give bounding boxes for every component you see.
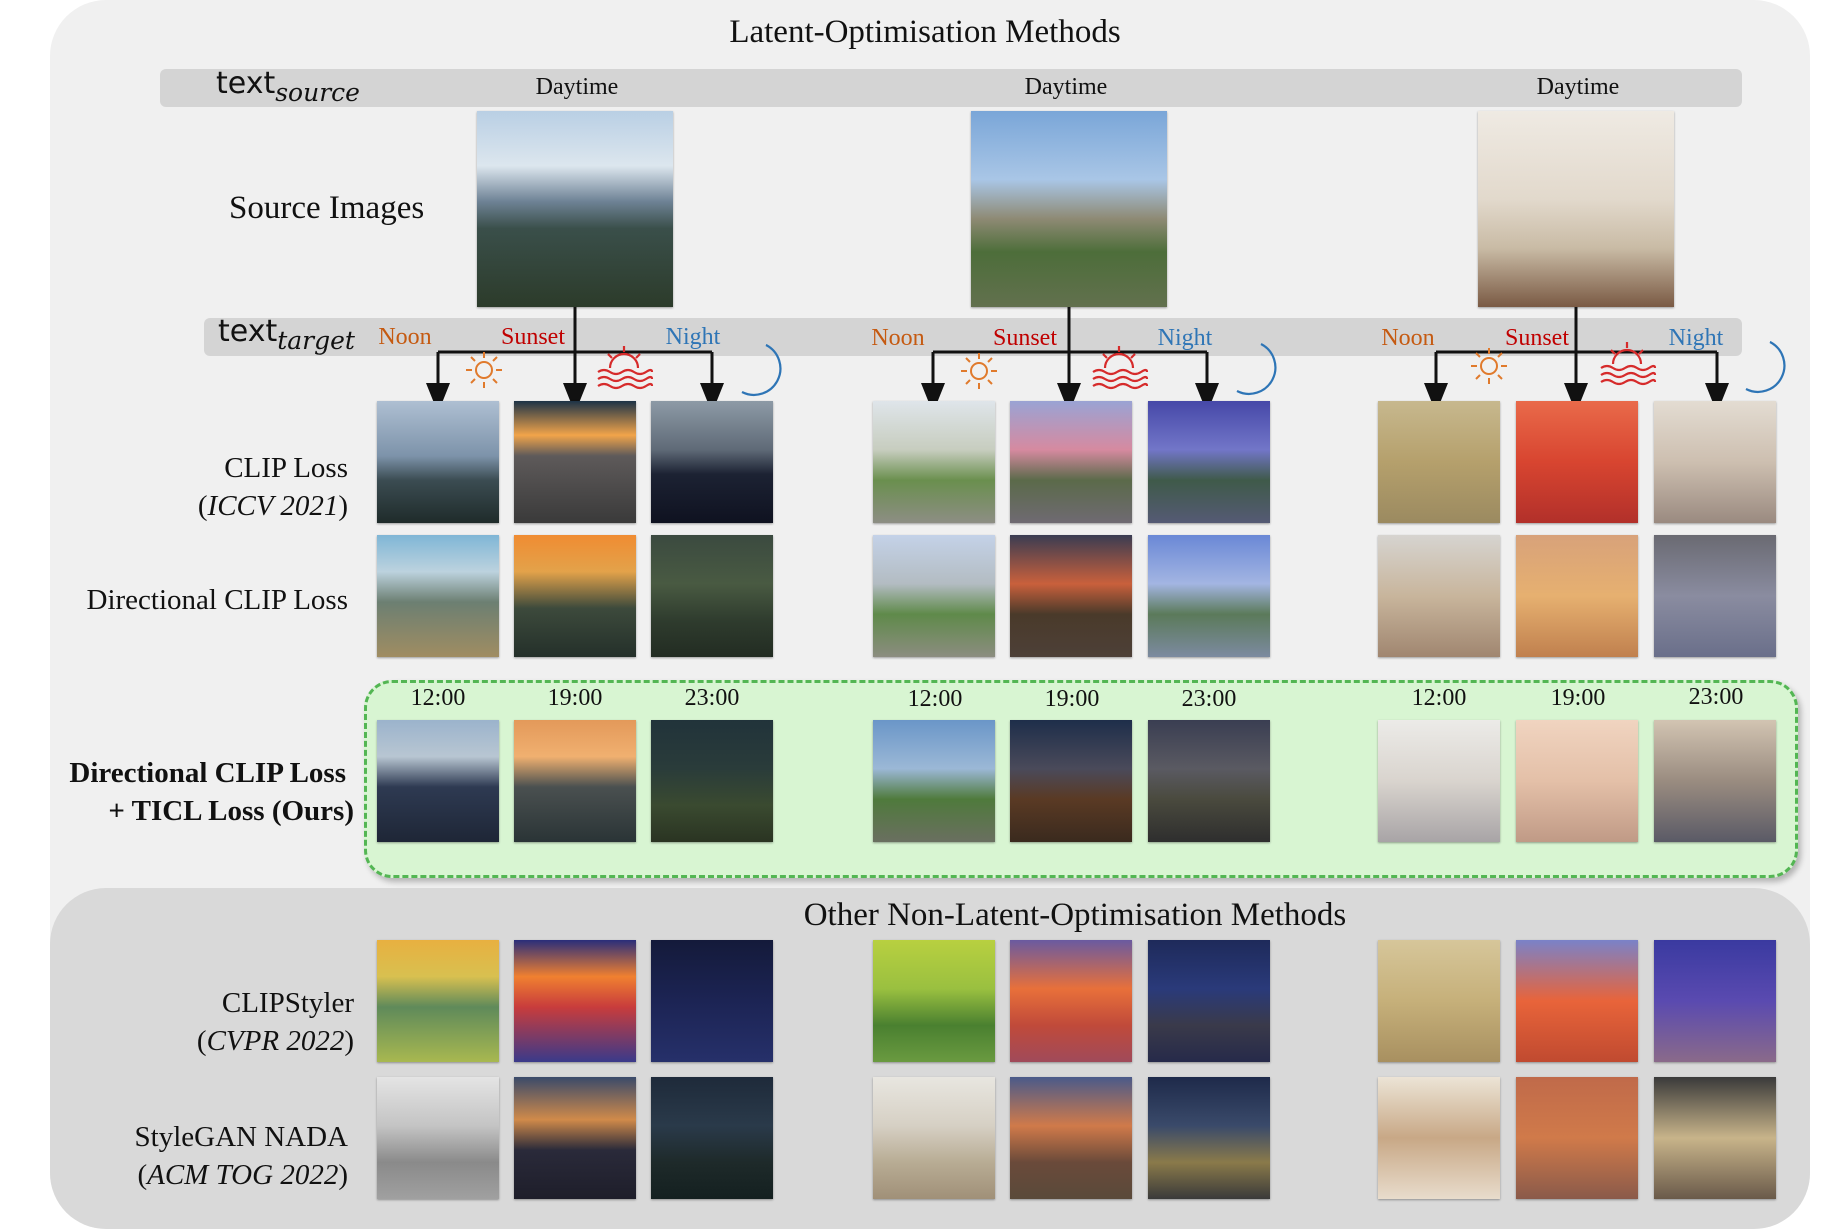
result-ours-bedroom-19 (1516, 720, 1638, 842)
result-clip-church-sunset (1010, 401, 1132, 523)
time-label: 12:00 (1411, 685, 1467, 711)
result-ours-church-23 (1148, 720, 1270, 842)
time-label: 23:00 (684, 685, 740, 711)
sun-icon (1471, 348, 1507, 384)
result-clip-landscape-night (651, 401, 773, 523)
result-clipstyler-landscape-noon (377, 940, 499, 1062)
moon-icon (1745, 341, 1786, 393)
row-label-ours: Directional CLIP Loss + TICL Loss (Ours) (69, 757, 354, 827)
time-label: 19:00 (547, 685, 603, 711)
result-clipstyler-bedroom-night (1654, 940, 1776, 1062)
result-clipstyler-landscape-sunset (514, 940, 636, 1062)
result-nada-landscape-noon (377, 1077, 499, 1199)
time-label: 12:00 (907, 686, 963, 712)
result-nada-bedroom-night (1654, 1077, 1776, 1199)
result-clipstyler-landscape-night (651, 940, 773, 1062)
moon-icon (741, 344, 782, 396)
time-label: 19:00 (1550, 685, 1606, 711)
result-clip-church-night (1148, 401, 1270, 523)
result-clip-church-noon (873, 401, 995, 523)
result-ours-church-12 (873, 720, 995, 842)
sunset-icon (1600, 342, 1657, 386)
result-nada-bedroom-sunset (1516, 1077, 1638, 1199)
result-dirclip-landscape-night (651, 535, 773, 657)
result-dirclip-church-noon (873, 535, 995, 657)
result-clipstyler-bedroom-noon (1378, 940, 1500, 1062)
row-label-clip-loss: CLIP Loss (ICCV 2021) (197, 452, 348, 522)
result-clip-landscape-sunset (514, 401, 636, 523)
row-label-directional-clip: Directional CLIP Loss (86, 584, 349, 616)
row-label-stylegan-nada: StyleGAN NADA (ACM TOG 2022) (134, 1121, 348, 1191)
result-dirclip-bedroom-sunset (1516, 535, 1638, 657)
result-clipstyler-bedroom-sunset (1516, 940, 1638, 1062)
result-clipstyler-church-sunset (1010, 940, 1132, 1062)
result-ours-landscape-12 (377, 720, 499, 842)
result-clip-landscape-noon (377, 401, 499, 523)
sun-icon (961, 353, 997, 389)
time-label: 23:00 (1181, 686, 1237, 712)
time-label: 23:00 (1688, 684, 1744, 710)
other-methods-title: Other Non-Latent-Optimisation Methods (803, 897, 1347, 933)
result-nada-church-night (1148, 1077, 1270, 1199)
time-label: 19:00 (1044, 686, 1100, 712)
sun-icon (466, 352, 502, 388)
result-dirclip-church-sunset (1010, 535, 1132, 657)
result-ours-church-19 (1010, 720, 1132, 842)
result-nada-landscape-sunset (514, 1077, 636, 1199)
result-dirclip-bedroom-night (1654, 535, 1776, 657)
result-clip-bedroom-night (1654, 401, 1776, 523)
result-clip-bedroom-noon (1378, 401, 1500, 523)
result-nada-bedroom-noon (1378, 1077, 1500, 1199)
result-ours-landscape-23 (651, 720, 773, 842)
time-label: 12:00 (410, 685, 466, 711)
result-clip-bedroom-sunset (1516, 401, 1638, 523)
result-nada-church-sunset (1010, 1077, 1132, 1199)
result-nada-landscape-night (651, 1077, 773, 1199)
moon-icon (1236, 343, 1277, 395)
result-ours-bedroom-23 (1654, 720, 1776, 842)
result-nada-church-noon (873, 1077, 995, 1199)
result-dirclip-landscape-noon (377, 535, 499, 657)
result-clipstyler-church-noon (873, 940, 995, 1062)
result-dirclip-church-night (1148, 535, 1270, 657)
result-dirclip-bedroom-noon (1378, 535, 1500, 657)
result-ours-bedroom-12 (1378, 720, 1500, 842)
row-label-clipstyler: CLIPStyler (CVPR 2022) (196, 987, 354, 1057)
result-dirclip-landscape-sunset (514, 535, 636, 657)
result-ours-landscape-19 (514, 720, 636, 842)
result-clipstyler-church-night (1148, 940, 1270, 1062)
